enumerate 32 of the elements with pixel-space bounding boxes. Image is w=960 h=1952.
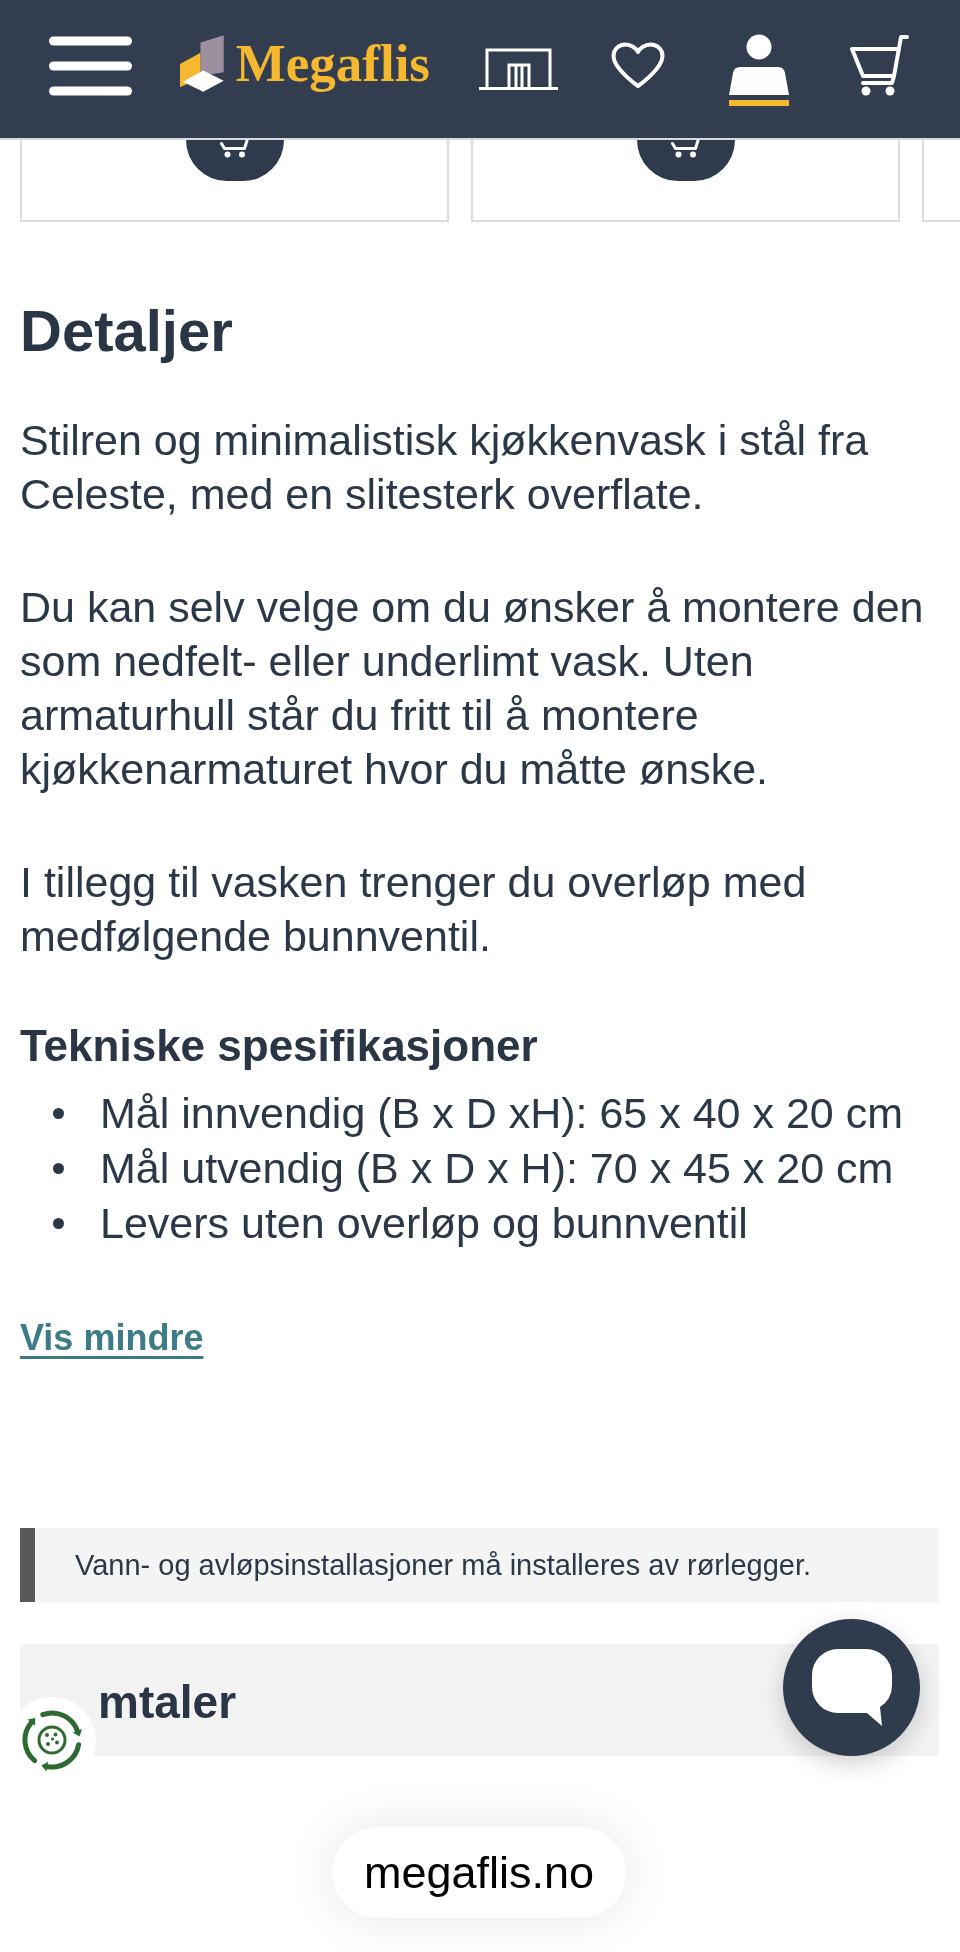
description-paragraph: Stilren og minimalistisk kjøkkenvask i stål fra Celeste, med en slitesterk overflate.: [20, 415, 870, 520]
cart-icon: [848, 34, 909, 97]
favorites-button[interactable]: [611, 42, 665, 89]
spec-item: Levers uten overløp og bunnventil: [100, 1198, 748, 1249]
notice-text: Vann- og avløpsinstallasjoner må installeres av rørlegger.: [75, 1548, 812, 1583]
menu-icon: [49, 36, 132, 96]
bullet-icon: [53, 1108, 64, 1119]
spec-item: Mål utvendig (B x D x H): 70 x 45 x 20 cm: [100, 1143, 894, 1194]
bullet-icon: [53, 1218, 64, 1229]
section-heading: Detaljer: [20, 297, 234, 364]
logo-cube-icon: [180, 33, 224, 94]
address-bar[interactable]: megaflis.no: [332, 1827, 626, 1918]
account-button[interactable]: [729, 34, 789, 106]
cart-icon: [219, 140, 250, 158]
logo-link[interactable]: Megaflis: [180, 33, 430, 94]
specs-heading: Tekniske spesifikasjoner: [20, 1020, 539, 1072]
recycle-arrows-icon: [21, 1710, 83, 1772]
speech-bubble-icon: [811, 1648, 892, 1727]
heart-icon: [611, 42, 665, 89]
cart-icon: [670, 140, 701, 158]
selected-underline: [729, 100, 789, 106]
reviews-heading[interactable]: mtaler: [98, 1679, 237, 1725]
cart-button[interactable]: [848, 34, 909, 97]
description-paragraph: I tillegg til vasken trenger du overløp med medfølgende bunnventil.: [20, 857, 808, 962]
store-button[interactable]: [479, 47, 558, 91]
bullet-icon: [53, 1163, 64, 1174]
spec-item: Mål innvendig (B x D xH): 65 x 40 x 20 cm: [100, 1088, 903, 1139]
description-paragraph: Du kan selv velge om du ønsker å montere den som nedfelt- eller underlimt vask. Uten armaturhull står du fritt til å montere kjøkkenarmaturet hvor du måtte ønske.: [20, 582, 925, 795]
store-icon: [479, 47, 558, 91]
user-icon: [729, 34, 789, 95]
menu-button[interactable]: [49, 36, 132, 96]
show-less-link[interactable]: Vis mindre: [20, 1316, 204, 1360]
